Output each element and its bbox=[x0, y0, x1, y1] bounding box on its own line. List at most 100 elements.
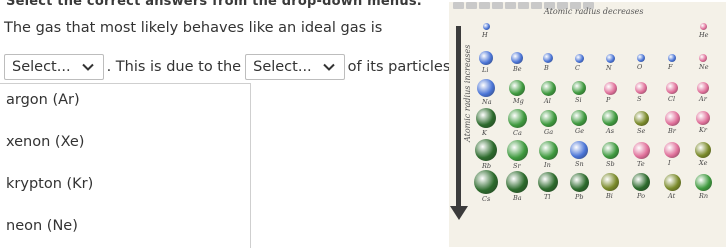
gas-dropdown-value: Select... bbox=[12, 59, 71, 75]
atom-F bbox=[668, 54, 676, 62]
symbol-Cl: Cl bbox=[668, 95, 676, 103]
middle-text: . This is due to the bbox=[106, 59, 242, 75]
symbol-Kr: Kr bbox=[699, 126, 707, 134]
symbol-Be: Be bbox=[513, 65, 522, 73]
symbol-Se: Se bbox=[637, 126, 646, 135]
gas-dropdown[interactable]: Select... bbox=[4, 54, 104, 80]
atom-Pb bbox=[569, 172, 589, 192]
horizontal-trend-label: Atomic radius decreases bbox=[544, 7, 644, 16]
dropdown-options-list: argon (Ar) xenon (Xe) krypton (Kr) neon … bbox=[0, 83, 251, 248]
symbol-Ca: Ca bbox=[513, 128, 522, 137]
atom-Sb bbox=[601, 141, 619, 159]
symbol-Xe: Xe bbox=[699, 159, 708, 167]
atom-S bbox=[635, 82, 647, 94]
question-prompt: The gas that most likely behaves like an… bbox=[4, 20, 383, 36]
atom-I bbox=[664, 142, 680, 158]
symbol-I: I bbox=[668, 159, 671, 167]
symbol-Si: Si bbox=[575, 96, 582, 104]
symbol-Rb: Rb bbox=[482, 162, 492, 170]
vertical-arrow-shaft bbox=[456, 26, 461, 211]
symbol-Ar: Ar bbox=[699, 95, 707, 103]
symbol-Tl: Tl bbox=[544, 193, 551, 201]
symbol-At: At bbox=[668, 191, 676, 200]
atom-Rb bbox=[475, 139, 497, 161]
atom-Te bbox=[632, 141, 650, 159]
symbol-S: S bbox=[637, 95, 642, 103]
atom-Ga bbox=[539, 109, 557, 127]
symbol-Bi: Bi bbox=[606, 192, 613, 200]
option-argon[interactable]: argon (Ar) bbox=[6, 92, 80, 108]
symbol-As: As bbox=[606, 127, 615, 135]
atom-At bbox=[663, 173, 681, 191]
atom-Ge bbox=[571, 110, 587, 126]
atom-Mg bbox=[509, 80, 525, 96]
atom-Sn bbox=[570, 141, 588, 159]
answer-sentence: Select... . This is due to the Select...… bbox=[4, 52, 459, 82]
atom-Na bbox=[477, 79, 495, 97]
vertical-trend-label: Atomic radius increases bbox=[463, 44, 472, 142]
atom-Ba bbox=[506, 171, 528, 193]
instructions-heading: Select the correct answers from the drop… bbox=[6, 0, 422, 9]
atom-Se bbox=[633, 110, 649, 126]
atom-Br bbox=[664, 110, 680, 126]
atom-C bbox=[574, 53, 584, 63]
atom-O bbox=[637, 54, 645, 62]
symbol-Cs: Cs bbox=[482, 195, 491, 203]
atom-H bbox=[482, 22, 490, 30]
reason-dropdown[interactable]: Select... bbox=[245, 54, 345, 80]
symbol-In: In bbox=[544, 160, 551, 169]
symbol-Ne: Ne bbox=[699, 63, 709, 71]
symbol-P: P bbox=[606, 95, 611, 104]
periodic-table-image: Atomic radius decreases Atomic radius in… bbox=[449, 2, 726, 247]
atom-N bbox=[605, 53, 615, 63]
atom-Bi bbox=[601, 173, 619, 191]
symbol-Mg: Mg bbox=[513, 97, 524, 105]
atom-K bbox=[476, 108, 496, 128]
symbol-Ga: Ga bbox=[544, 127, 554, 136]
atom-Al bbox=[540, 80, 556, 96]
option-neon[interactable]: neon (Ne) bbox=[6, 218, 78, 234]
symbol-Al: Al bbox=[544, 96, 551, 105]
symbol-Sb: Sb bbox=[606, 159, 615, 168]
atom-Si bbox=[572, 81, 586, 95]
symbol-Br: Br bbox=[668, 126, 676, 135]
atom-Be bbox=[511, 52, 523, 64]
symbol-Sr: Sr bbox=[513, 161, 521, 170]
atom-Li bbox=[479, 51, 493, 65]
reason-dropdown-value: Select... bbox=[253, 59, 312, 75]
atom-Cl bbox=[666, 82, 678, 94]
symbol-Te: Te bbox=[637, 159, 645, 168]
option-krypton[interactable]: krypton (Kr) bbox=[6, 176, 93, 192]
atom-Kr bbox=[696, 111, 710, 125]
symbol-C: C bbox=[575, 63, 580, 72]
atom-Ca bbox=[507, 108, 527, 128]
chevron-down-icon bbox=[322, 63, 335, 71]
symbol-Li: Li bbox=[482, 66, 489, 74]
symbol-F: F bbox=[668, 63, 673, 71]
atom-In bbox=[538, 140, 558, 160]
symbol-B: B bbox=[544, 64, 549, 72]
atom-Rn bbox=[694, 173, 712, 191]
option-xenon[interactable]: xenon (Xe) bbox=[6, 134, 84, 150]
symbol-Pb: Pb bbox=[575, 192, 584, 201]
symbol-O: O bbox=[637, 63, 643, 71]
symbol-Sn: Sn bbox=[575, 160, 584, 168]
symbol-K: K bbox=[482, 129, 487, 137]
down-arrow-icon bbox=[450, 206, 468, 220]
atom-Tl bbox=[538, 172, 558, 192]
symbol-He: He bbox=[699, 30, 709, 39]
symbol-N: N bbox=[606, 63, 612, 72]
symbol-H: H bbox=[482, 30, 488, 39]
atom-Ne bbox=[699, 54, 707, 62]
symbol-Rn: Rn bbox=[699, 191, 709, 200]
atom-Ar bbox=[697, 82, 709, 94]
symbol-Na: Na bbox=[482, 98, 492, 106]
atom-Cs bbox=[474, 170, 498, 194]
end-text: of its particles. bbox=[347, 59, 455, 75]
atom-P bbox=[603, 81, 617, 95]
atom-He bbox=[699, 22, 707, 30]
chevron-down-icon bbox=[81, 63, 94, 71]
symbol-Ge: Ge bbox=[575, 127, 585, 135]
symbol-Ba: Ba bbox=[513, 194, 522, 202]
symbol-Po: Po bbox=[637, 192, 646, 200]
